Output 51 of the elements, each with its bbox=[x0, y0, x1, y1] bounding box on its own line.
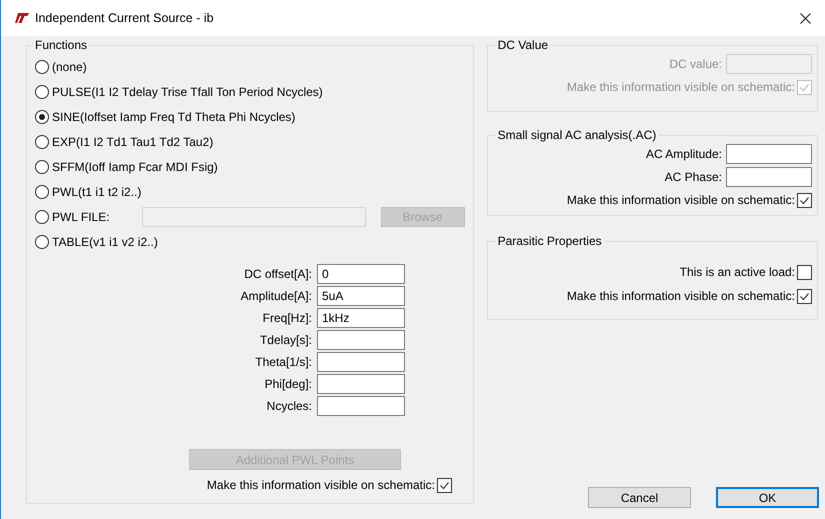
radio-label[interactable]: EXP(I1 I2 Td1 Tau1 Td2 Tau2) bbox=[52, 134, 214, 148]
checkbox[interactable] bbox=[797, 264, 812, 280]
checkbox-label: Make this information visible on schematic: bbox=[206, 478, 435, 492]
radio-button[interactable] bbox=[35, 134, 49, 148]
field-label: AC Phase: bbox=[664, 170, 722, 184]
group-title: Small signal AC analysis(.AC) bbox=[496, 128, 658, 142]
checkbox[interactable] bbox=[437, 478, 452, 492]
radio-label[interactable]: PULSE(I1 I2 Tdelay Trise Tfall Ton Period Ncycles) bbox=[52, 84, 323, 98]
field-label: AC Amplitude: bbox=[646, 146, 722, 160]
checkbox[interactable] bbox=[797, 288, 812, 304]
radio-label[interactable]: TABLE(v1 i1 v2 i2..) bbox=[52, 234, 158, 248]
input-field[interactable] bbox=[726, 144, 812, 164]
checkbox-label: Make this information visible on schematic: bbox=[566, 80, 795, 94]
window-title: Independent Current Source - ib bbox=[35, 11, 215, 25]
radio-label[interactable]: SINE(Ioffset Iamp Freq Td Theta Phi Ncycles) bbox=[52, 110, 296, 124]
checkbox-label: This is an active load: bbox=[680, 265, 795, 279]
field-label: Tdelay[s]: bbox=[258, 333, 312, 347]
input-field[interactable] bbox=[317, 352, 405, 372]
input-field[interactable] bbox=[726, 166, 812, 186]
field-label: DC offset[A]: bbox=[243, 267, 312, 281]
input-field[interactable]: 1kHz bbox=[317, 308, 405, 328]
field-label: Phi[deg]: bbox=[264, 377, 312, 391]
input-field[interactable] bbox=[317, 374, 405, 394]
dialog-button[interactable]: Cancel bbox=[588, 487, 691, 508]
checkbox-label: Make this information visible on schematic: bbox=[566, 193, 795, 207]
input-field[interactable] bbox=[317, 396, 405, 416]
radio-label[interactable]: (none) bbox=[52, 60, 87, 74]
field-label: DC value: bbox=[669, 56, 722, 70]
radio-button[interactable] bbox=[35, 60, 49, 74]
radio-button[interactable] bbox=[35, 184, 49, 198]
radio-button[interactable] bbox=[35, 160, 49, 174]
dialog-button[interactable]: OK bbox=[716, 487, 819, 508]
app-logo-icon bbox=[15, 13, 29, 23]
field-label: Theta[1/s]: bbox=[254, 355, 312, 369]
radio-button[interactable] bbox=[35, 234, 49, 248]
radio-button[interactable] bbox=[35, 110, 49, 124]
input-field[interactable] bbox=[317, 330, 405, 350]
radio-label[interactable]: PWL(t1 i1 t2 i2..) bbox=[52, 184, 142, 198]
checkbox[interactable] bbox=[797, 192, 812, 208]
group-title: Parasitic Properties bbox=[496, 234, 603, 248]
field-label: Ncycles: bbox=[266, 399, 312, 413]
radio-label[interactable]: SFFM(Ioff Iamp Fcar MDI Fsig) bbox=[52, 160, 218, 174]
input-field[interactable]: 5uA bbox=[317, 286, 405, 306]
checkbox-label: Make this information visible on schematic: bbox=[566, 289, 795, 303]
input-field[interactable]: 0 bbox=[317, 264, 405, 284]
group-title: DC Value bbox=[496, 38, 550, 52]
radio-button[interactable] bbox=[35, 84, 49, 98]
field-label: Amplitude[A]: bbox=[240, 289, 312, 303]
group-title: Functions bbox=[34, 38, 88, 52]
field-label: Freq[Hz]: bbox=[262, 311, 312, 325]
close-icon[interactable] bbox=[800, 12, 811, 24]
